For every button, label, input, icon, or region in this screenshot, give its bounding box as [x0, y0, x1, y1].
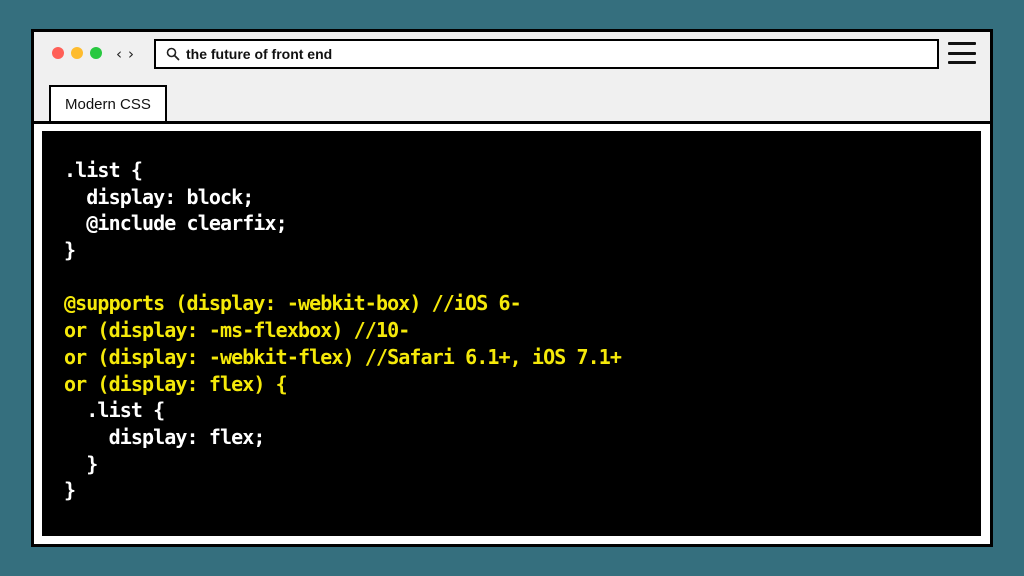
code-block: .list { display: block; @include clearfi…	[42, 131, 981, 536]
code-line: @include clearfix;	[64, 211, 287, 236]
code-line: .list {	[64, 158, 143, 182]
page-content: .list { display: block; @include clearfi…	[34, 124, 990, 544]
menu-bar-middle	[948, 51, 976, 55]
maximize-window-button[interactable]	[90, 47, 102, 59]
code-line: }	[64, 451, 98, 476]
code-line: }	[64, 478, 76, 503]
close-window-button[interactable]	[52, 47, 64, 59]
code-line-highlighted: or (display: -ms-flexbox) //10-	[64, 318, 410, 343]
address-input[interactable]	[186, 46, 937, 62]
minimize-window-button[interactable]	[71, 47, 83, 59]
address-bar[interactable]	[154, 39, 939, 69]
menu-bar-top	[948, 42, 976, 45]
code-line-highlighted: or (display: flex) {	[64, 371, 288, 396]
code-line: .list {	[64, 398, 165, 423]
browser-window: ‹ › Modern CSS .list { display: block; @…	[31, 29, 993, 547]
hamburger-menu-icon[interactable]	[948, 42, 976, 64]
code-line: display: block;	[64, 184, 254, 209]
code-listing: .list { display: block; @include clearfi…	[64, 157, 622, 504]
code-line-highlighted: or (display: -webkit-flex) //Safari 6.1+…	[64, 344, 622, 369]
browser-toolbar: ‹ ›	[34, 32, 990, 80]
code-line: display: flex;	[64, 424, 266, 449]
back-chevron-icon[interactable]: ‹	[116, 40, 122, 68]
navigation-buttons: ‹ ›	[116, 40, 134, 68]
search-icon	[162, 43, 184, 65]
code-line: }	[64, 238, 76, 263]
code-line-highlighted: @supports (display: -webkit-box) //iOS 6…	[64, 291, 522, 316]
menu-bar-bottom	[948, 61, 976, 64]
tab-modern-css[interactable]: Modern CSS	[49, 85, 167, 122]
forward-chevron-icon[interactable]: ›	[128, 40, 134, 68]
window-controls	[52, 47, 102, 59]
